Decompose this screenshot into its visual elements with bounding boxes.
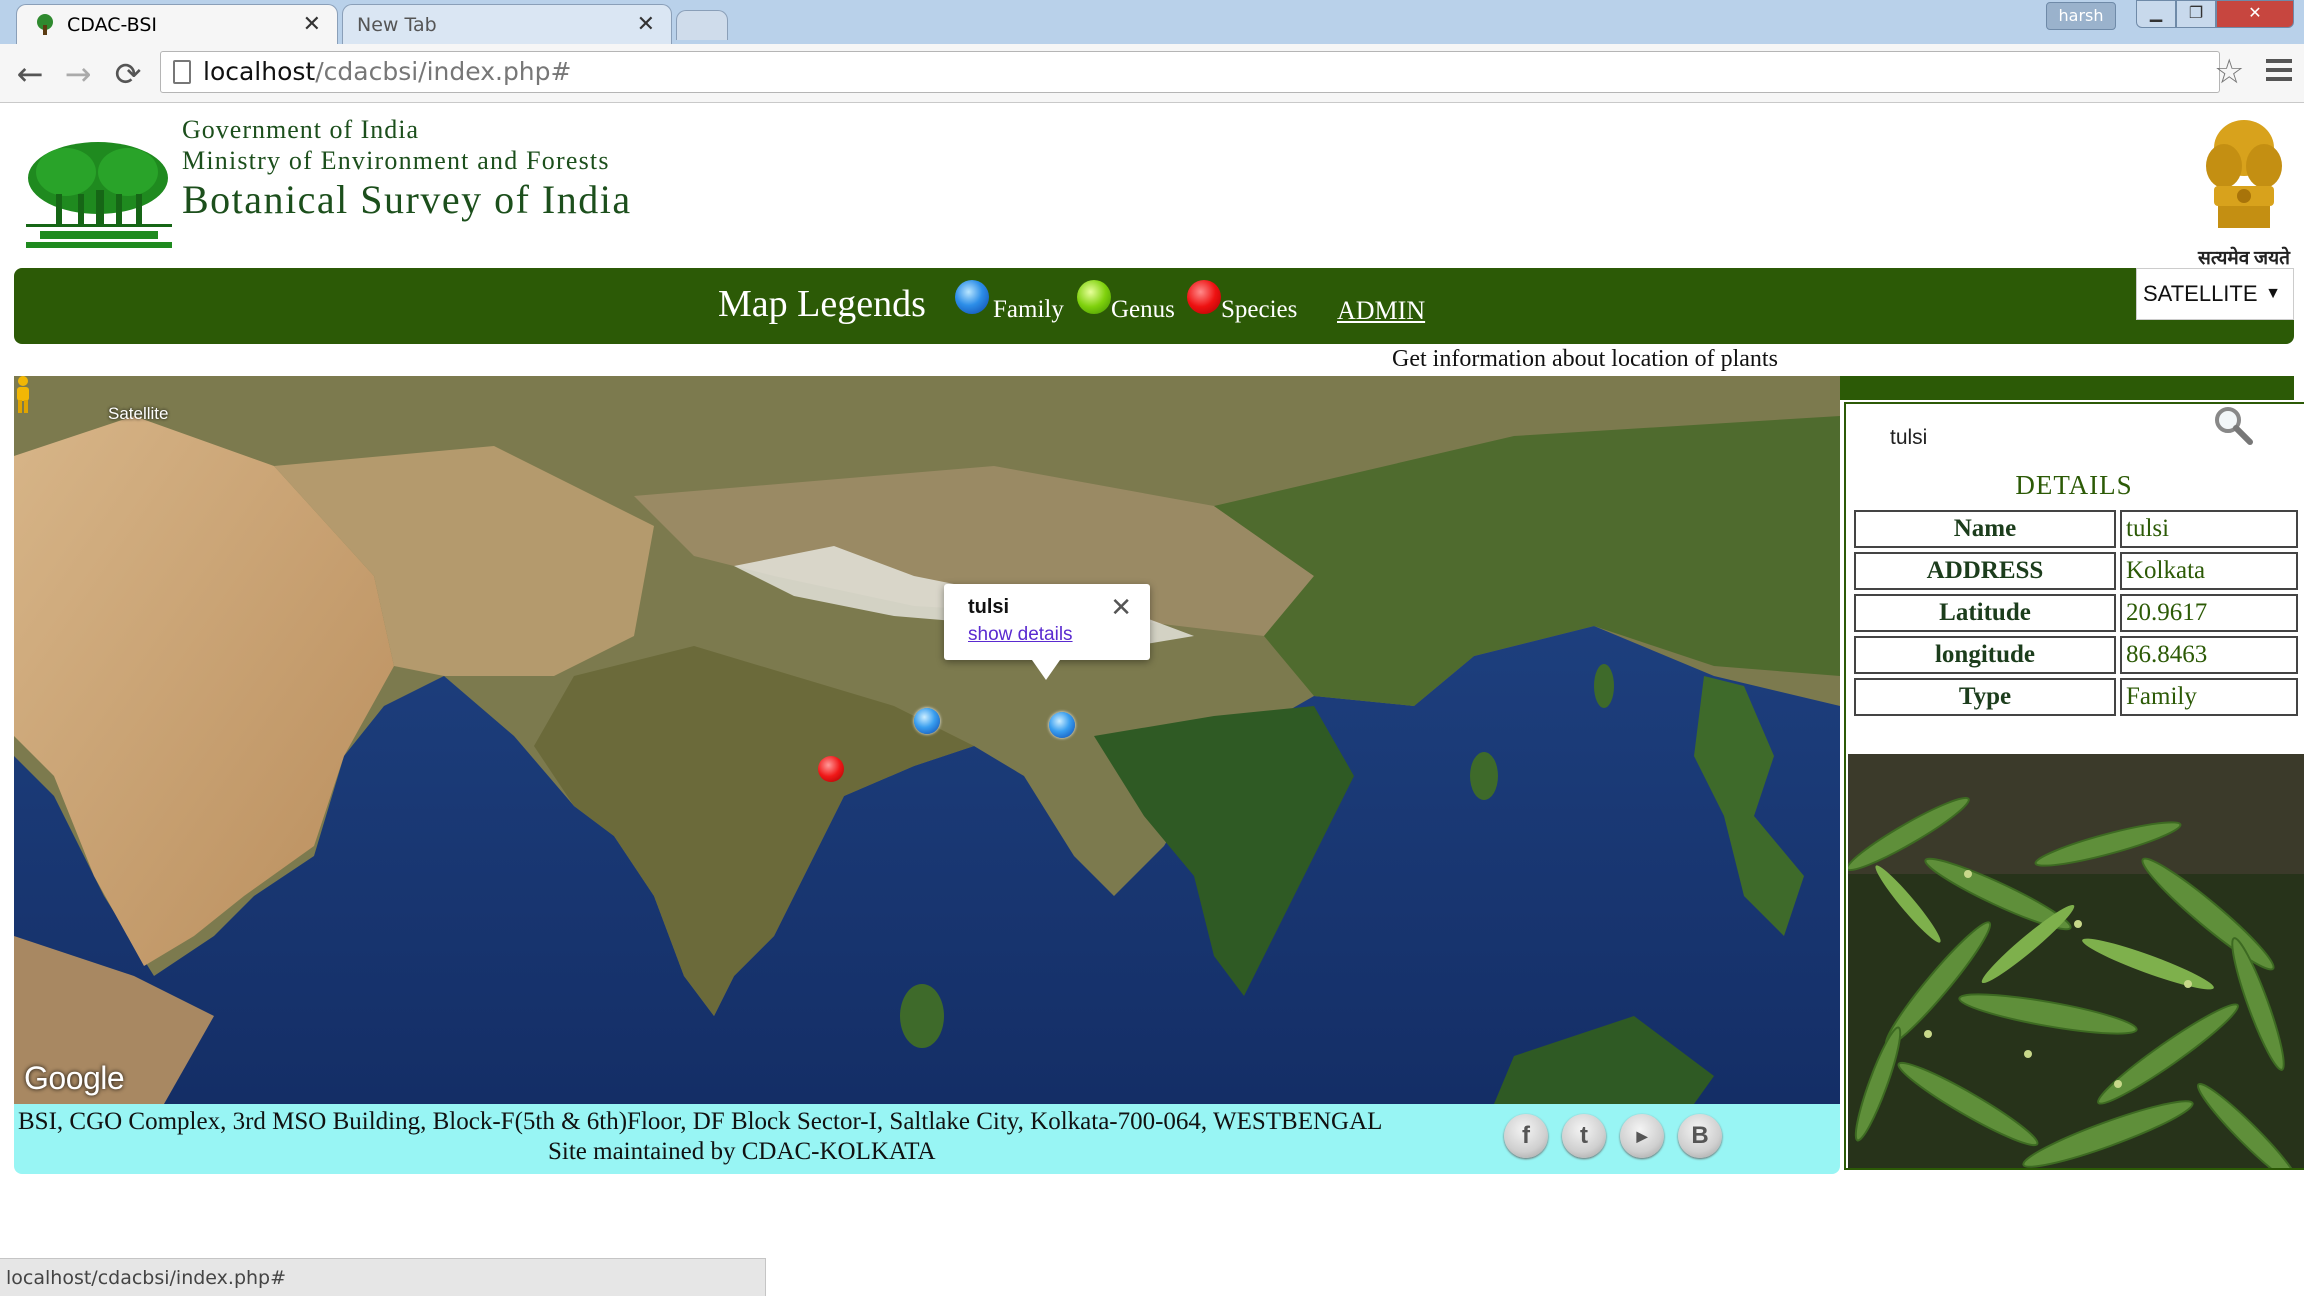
table-row: Type Family	[1854, 678, 2298, 716]
window-minimize-button[interactable]: ▁	[2136, 0, 2176, 28]
header-line-ministry: Ministry of Environment and Forests	[182, 146, 610, 175]
map-legends-title: Map Legends	[718, 283, 926, 325]
address-bar[interactable]: localhost/cdacbsi/index.php#	[160, 51, 2220, 93]
emblem-motto: सत्यमेव जयते	[2198, 248, 2290, 269]
twitter-icon[interactable]: t	[1562, 1114, 1606, 1158]
table-row: Name tulsi	[1854, 510, 2298, 548]
tab-close-icon[interactable]: ✕	[303, 12, 321, 37]
legend-genus-label: Genus	[1111, 296, 1175, 323]
page-icon	[173, 60, 191, 84]
table-row: ADDRESS Kolkata	[1854, 552, 2298, 590]
panel-header-bar	[1840, 376, 2294, 400]
detail-key: Name	[1854, 510, 2116, 548]
facebook-icon[interactable]: f	[1504, 1114, 1548, 1158]
detail-value: Family	[2120, 678, 2298, 716]
search-input[interactable]: tulsi	[1890, 426, 1927, 450]
header-line-government: Government of India	[182, 115, 420, 144]
window-close-button[interactable]: ✕	[2216, 0, 2294, 28]
detail-key: Latitude	[1854, 594, 2116, 632]
map-type-dropdown[interactable]: SATELLITE ▼	[2136, 268, 2294, 320]
satellite-map[interactable]: Satellite tulsi show details ✕ Google	[14, 376, 1840, 1104]
legend-species-label: Species	[1221, 296, 1298, 323]
family-marker[interactable]	[914, 708, 940, 734]
forward-arrow-icon[interactable]: →	[58, 54, 98, 94]
search-icon[interactable]	[2212, 404, 2254, 446]
browser-menu-icon[interactable]	[2266, 54, 2292, 90]
detail-value: Kolkata	[2120, 552, 2298, 590]
genus-legend-dot-icon	[1077, 280, 1111, 314]
url-path: /cdacbsi/index.php#	[315, 57, 572, 86]
family-legend-dot-icon	[955, 280, 989, 314]
youtube-icon[interactable]: ▶	[1620, 1114, 1664, 1158]
tree-favicon-icon	[33, 13, 57, 37]
detail-value: tulsi	[2120, 510, 2298, 548]
status-bar-url: localhost/cdacbsi/index.php#	[0, 1258, 766, 1296]
profile-button[interactable]: harsh	[2046, 2, 2116, 30]
google-logo: Google	[24, 1060, 125, 1096]
page-title: Botanical Survey of India	[182, 177, 632, 222]
species-legend-dot-icon	[1187, 280, 1221, 314]
admin-link[interactable]: ADMIN	[1337, 296, 1425, 326]
tab-label: CDAC-BSI	[67, 13, 158, 36]
footer-maintained-by: Site maintained by CDAC-KOLKATA	[548, 1138, 936, 1165]
popup-title: tulsi	[968, 596, 1010, 618]
chevron-down-icon: ▼	[2265, 285, 2281, 302]
table-row: longitude 86.8463	[1854, 636, 2298, 674]
bookmark-star-icon[interactable]: ☆	[2214, 52, 2244, 92]
show-details-link[interactable]: show details	[968, 624, 1073, 646]
table-row: Latitude 20.9617	[1854, 594, 2298, 632]
reload-icon[interactable]: ⟳	[108, 54, 148, 94]
detail-value: 86.8463	[2120, 636, 2298, 674]
new-tab-button[interactable]	[676, 10, 728, 40]
pegman-icon[interactable]	[14, 376, 32, 414]
family-marker[interactable]	[1049, 712, 1075, 738]
bsi-logo	[16, 134, 182, 250]
detail-key: longitude	[1854, 636, 2116, 674]
blogger-icon[interactable]: B	[1678, 1114, 1722, 1158]
detail-key: ADDRESS	[1854, 552, 2116, 590]
details-table: Name tulsi ADDRESS Kolkata Latitude 20.9…	[1850, 506, 2302, 720]
url-host: localhost	[203, 57, 316, 86]
details-heading: DETAILS	[2015, 470, 2133, 500]
plant-photo	[1848, 754, 2304, 1168]
tagline: Get information about location of plants	[1392, 346, 1778, 372]
map-type-value: SATELLITE	[2143, 281, 2258, 306]
back-arrow-icon[interactable]: ←	[10, 54, 50, 94]
tab-new-tab[interactable]: New Tab ✕	[342, 4, 672, 44]
species-marker[interactable]	[818, 756, 844, 782]
footer-address: BSI, CGO Complex, 3rd MSO Building, Bloc…	[18, 1108, 1383, 1135]
popup-close-icon[interactable]: ✕	[1110, 592, 1132, 623]
tab-close-icon[interactable]: ✕	[637, 12, 655, 37]
detail-value: 20.9617	[2120, 594, 2298, 632]
map-terrain	[14, 376, 1840, 1104]
tab-label: New Tab	[357, 13, 437, 36]
map-satellite-label: Satellite	[108, 404, 169, 423]
national-emblem-icon	[2196, 114, 2292, 244]
legend-family-label: Family	[993, 296, 1064, 323]
tab-cdac-bsi[interactable]: CDAC-BSI ✕	[16, 4, 338, 44]
detail-key: Type	[1854, 678, 2116, 716]
marker-info-popup: tulsi show details ✕	[944, 584, 1150, 680]
window-restore-button[interactable]: ❐	[2176, 0, 2216, 28]
